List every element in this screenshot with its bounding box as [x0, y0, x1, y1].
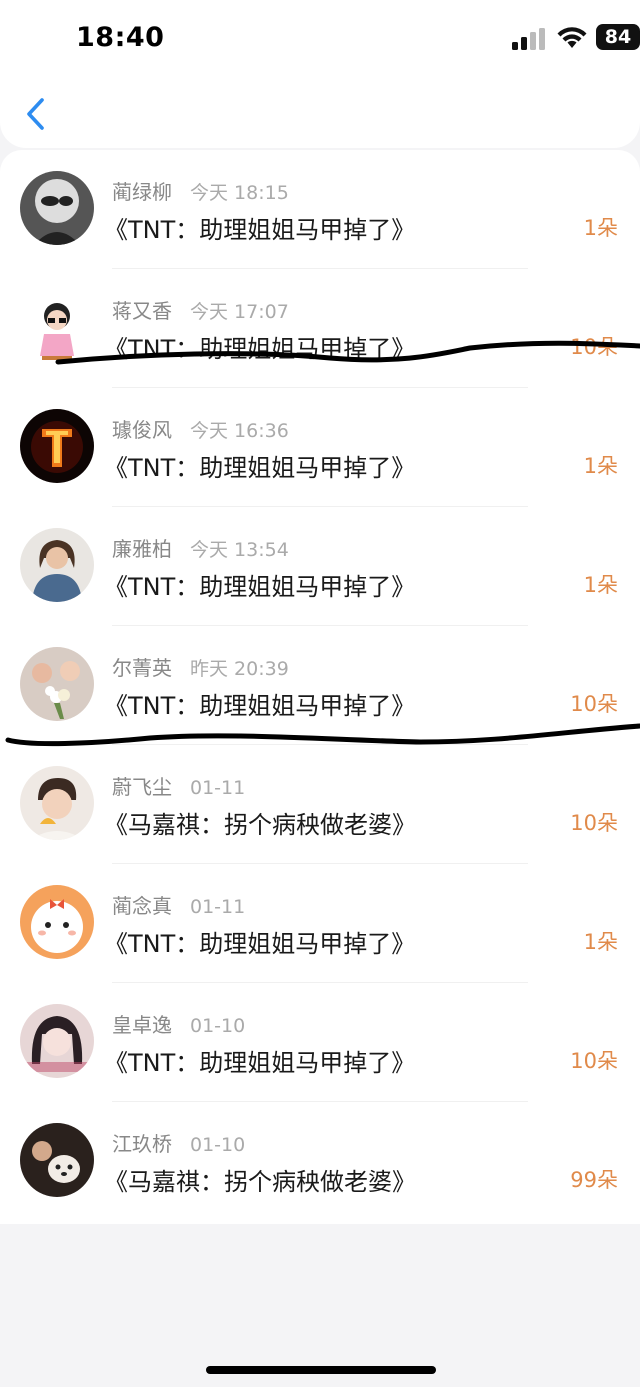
- flower-count: 1朵: [583, 454, 618, 478]
- timestamp: 今天 18:15: [190, 182, 289, 204]
- book-title: 《TNT：助理姐姐马甲掉了》: [104, 930, 416, 958]
- flower-count: 10朵: [570, 692, 618, 716]
- list-item[interactable]: 蔺绿柳 今天 18:15 《TNT：助理姐姐马甲掉了》 1朵: [0, 150, 640, 269]
- list-item[interactable]: 皇卓逸 01-10 《TNT：助理姐姐马甲掉了》 10朵: [0, 983, 640, 1102]
- flower-count: 10朵: [570, 811, 618, 835]
- timestamp: 01-10: [190, 1015, 246, 1037]
- wifi-icon: [557, 27, 587, 48]
- user-name: 江玖桥: [112, 1132, 172, 1156]
- user-name: 廉雅柏: [112, 537, 172, 561]
- user-name: 蔺念真: [112, 894, 172, 918]
- book-title: 《TNT：助理姐姐马甲掉了》: [104, 335, 416, 363]
- book-title: 《TNT：助理姐姐马甲掉了》: [104, 454, 416, 482]
- avatar: [20, 1123, 94, 1197]
- timestamp: 01-11: [190, 777, 246, 799]
- avatar: [20, 885, 94, 959]
- timestamp: 01-10: [190, 1134, 246, 1156]
- book-title: 《TNT：助理姐姐马甲掉了》: [104, 692, 416, 720]
- list-item[interactable]: 蔺念真 01-11 《TNT：助理姐姐马甲掉了》 1朵: [0, 864, 640, 983]
- flower-count: 10朵: [570, 335, 618, 359]
- timestamp: 01-11: [190, 896, 246, 918]
- book-title: 《TNT：助理姐姐马甲掉了》: [104, 216, 416, 244]
- book-title: 《马嘉祺：拐个病秧做老婆》: [104, 1168, 416, 1196]
- avatar: [20, 1004, 94, 1078]
- user-name: 蔚飞尘: [112, 775, 172, 799]
- book-title: 《马嘉祺：拐个病秧做老婆》: [104, 811, 416, 839]
- list-item[interactable]: 廉雅柏 今天 13:54 《TNT：助理姐姐马甲掉了》 1朵: [0, 507, 640, 626]
- user-name: 皇卓逸: [112, 1013, 172, 1037]
- book-title: 《TNT：助理姐姐马甲掉了》: [104, 1049, 416, 1077]
- book-title: 《TNT：助理姐姐马甲掉了》: [104, 573, 416, 601]
- cellular-signal-icon: [512, 28, 545, 50]
- flower-count: 1朵: [583, 930, 618, 954]
- top-bar: 18:40 84: [0, 0, 640, 148]
- back-button[interactable]: [22, 96, 52, 132]
- timestamp: 今天 13:54: [190, 539, 289, 561]
- chevron-left-icon: [27, 98, 44, 130]
- avatar: [20, 647, 94, 721]
- home-indicator[interactable]: [206, 1366, 436, 1374]
- avatar: [20, 528, 94, 602]
- avatar: [20, 290, 94, 364]
- timestamp: 今天 16:36: [190, 420, 289, 442]
- list-item[interactable]: 璩俊风 今天 16:36 《TNT：助理姐姐马甲掉了》 1朵: [0, 388, 640, 507]
- flower-count: 99朵: [570, 1168, 618, 1192]
- avatar: [20, 409, 94, 483]
- user-name: 尔菁英: [112, 656, 172, 680]
- user-name: 蔺绿柳: [112, 180, 172, 204]
- battery-level: 84: [604, 26, 632, 48]
- timestamp: 昨天 20:39: [190, 658, 289, 680]
- list-item[interactable]: 江玖桥 01-10 《马嘉祺：拐个病秧做老婆》 99朵: [0, 1102, 640, 1221]
- user-name: 蒋又香: [112, 299, 172, 323]
- list-item[interactable]: 尔菁英 昨天 20:39 《TNT：助理姐姐马甲掉了》 10朵: [0, 626, 640, 745]
- timestamp: 今天 17:07: [190, 301, 289, 323]
- list-item[interactable]: 蔚飞尘 01-11 《马嘉祺：拐个病秧做老婆》 10朵: [0, 745, 640, 864]
- flower-count: 1朵: [583, 216, 618, 240]
- battery-icon: 84: [596, 24, 640, 50]
- avatar: [20, 766, 94, 840]
- gift-record-list: 蔺绿柳 今天 18:15 《TNT：助理姐姐马甲掉了》 1朵 蒋又香 今天 17:0…: [0, 150, 640, 1224]
- flower-count: 10朵: [570, 1049, 618, 1073]
- user-name: 璩俊风: [112, 418, 172, 442]
- list-item[interactable]: 蒋又香 今天 17:07 《TNT：助理姐姐马甲掉了》 10朵: [0, 269, 640, 388]
- flower-count: 1朵: [583, 573, 618, 597]
- avatar: [20, 171, 94, 245]
- status-time: 18:40: [76, 22, 165, 53]
